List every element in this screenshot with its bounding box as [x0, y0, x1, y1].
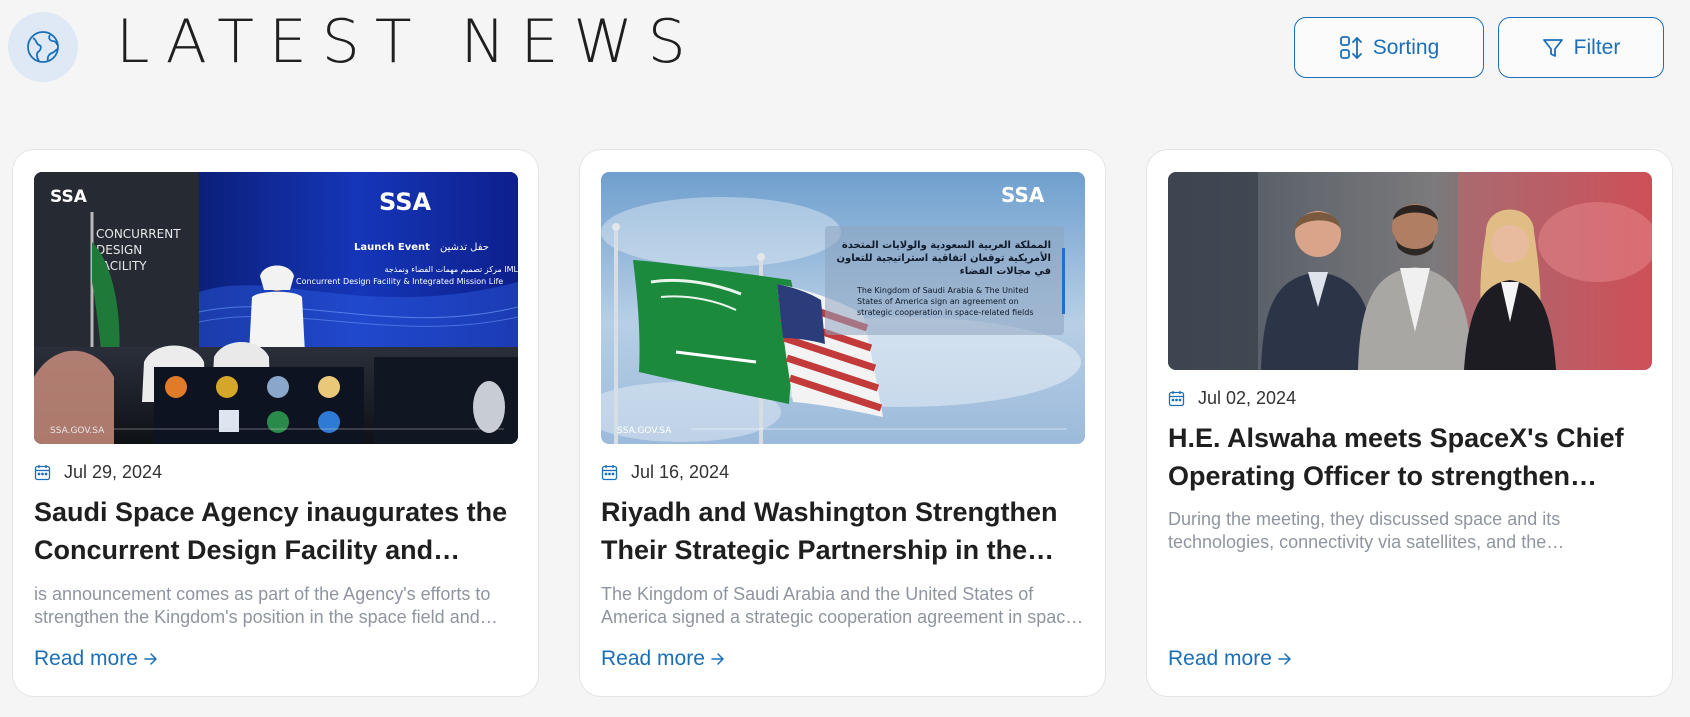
arrow-right-icon [711, 652, 725, 666]
news-image[interactable]: SSA SSA Launch Event حفل تدشين مركز تصمي… [34, 172, 518, 444]
news-excerpt: is announcement comes as part of the Age… [34, 584, 491, 627]
sort-arrows-icon [1339, 35, 1363, 61]
arrow-right-icon [1278, 652, 1292, 666]
news-excerpt: The Kingdom of Saudi Arabia and the Unit… [601, 584, 1082, 627]
news-image[interactable] [1168, 172, 1652, 370]
arrow-right-icon [144, 652, 158, 666]
date-row: Jul 16, 2024 [601, 462, 729, 483]
caption-ar-line: المملكة العربية السعودية والولايات المتح… [842, 240, 1051, 251]
news-image[interactable]: المملكة العربية السعودية والولايات المتح… [601, 172, 1085, 444]
read-more-link[interactable]: Read more [601, 647, 725, 671]
news-excerpt: During the meeting, they discussed space… [1168, 509, 1561, 552]
news-title[interactable]: H.E. Alswaha meets SpaceX's Chief Operat… [1168, 419, 1654, 495]
sorting-label: Sorting [1372, 35, 1440, 59]
image-watermark: SSA.GOV.SA [50, 426, 105, 436]
caption-ar-line: الأمريكية توقعان اتفاقية استراتيجية للتع… [836, 251, 1051, 264]
page-header: LATEST NEWS Sorting Filter [0, 0, 1690, 110]
ssa-logo-corner: SSA [50, 187, 88, 207]
read-more-link[interactable]: Read more [1168, 647, 1292, 671]
sorting-button[interactable]: Sorting [1294, 17, 1484, 78]
image-watermark: SSA.GOV.SA [617, 426, 672, 436]
read-more-label: Read more [1168, 647, 1272, 670]
wall-text: CONCURRENT [96, 227, 181, 241]
caption-ar-line: في مجالات الفضاء [960, 266, 1051, 277]
calendar-icon [34, 464, 51, 481]
funnel-icon [1542, 37, 1564, 59]
globe-icon [8, 12, 78, 82]
news-date: Jul 02, 2024 [1198, 388, 1297, 408]
ssa-logo: SSA [1001, 183, 1045, 207]
news-card[interactable]: SSA SSA Launch Event حفل تدشين مركز تصمي… [12, 149, 539, 697]
filter-label: Filter [1573, 35, 1621, 59]
read-more-link[interactable]: Read more [34, 647, 158, 671]
date-row: Jul 02, 2024 [1168, 388, 1296, 409]
news-card[interactable]: المملكة العربية السعودية والولايات المتح… [579, 149, 1106, 697]
page-title: LATEST NEWS [116, 7, 701, 77]
filter-button[interactable]: Filter [1498, 17, 1664, 78]
read-more-label: Read more [34, 647, 138, 670]
screen-subtitle-ar: مركز تصميم مهمات الفضاء ونمذجة IML [385, 265, 518, 274]
news-card[interactable]: Jul 02, 2024 H.E. Alswaha meets SpaceX's… [1146, 149, 1673, 697]
read-more-label: Read more [601, 647, 705, 670]
calendar-icon [1168, 390, 1185, 407]
news-date: Jul 29, 2024 [64, 462, 163, 482]
caption-en-line: States of America sign an agreement on [857, 297, 1019, 306]
date-row: Jul 29, 2024 [34, 462, 162, 483]
calendar-icon [601, 464, 618, 481]
news-title[interactable]: Riyadh and Washington Strengthen Their S… [601, 493, 1087, 569]
ssa-logo-screen: SSA [379, 188, 431, 216]
caption-en-line: The Kingdom of Saudi Arabia & The United [856, 286, 1028, 295]
launch-event-text: Launch Event [354, 242, 430, 253]
wall-text: DESIGN [96, 243, 142, 257]
screen-subtitle-en: Concurrent Design Facility & Integrated … [296, 277, 503, 286]
news-title[interactable]: Saudi Space Agency inaugurates the Concu… [34, 493, 520, 569]
caption-en-line: strategic cooperation in space-related f… [857, 308, 1034, 317]
launch-event-text-ar: حفل تدشين [440, 242, 489, 253]
news-date: Jul 16, 2024 [631, 462, 730, 482]
